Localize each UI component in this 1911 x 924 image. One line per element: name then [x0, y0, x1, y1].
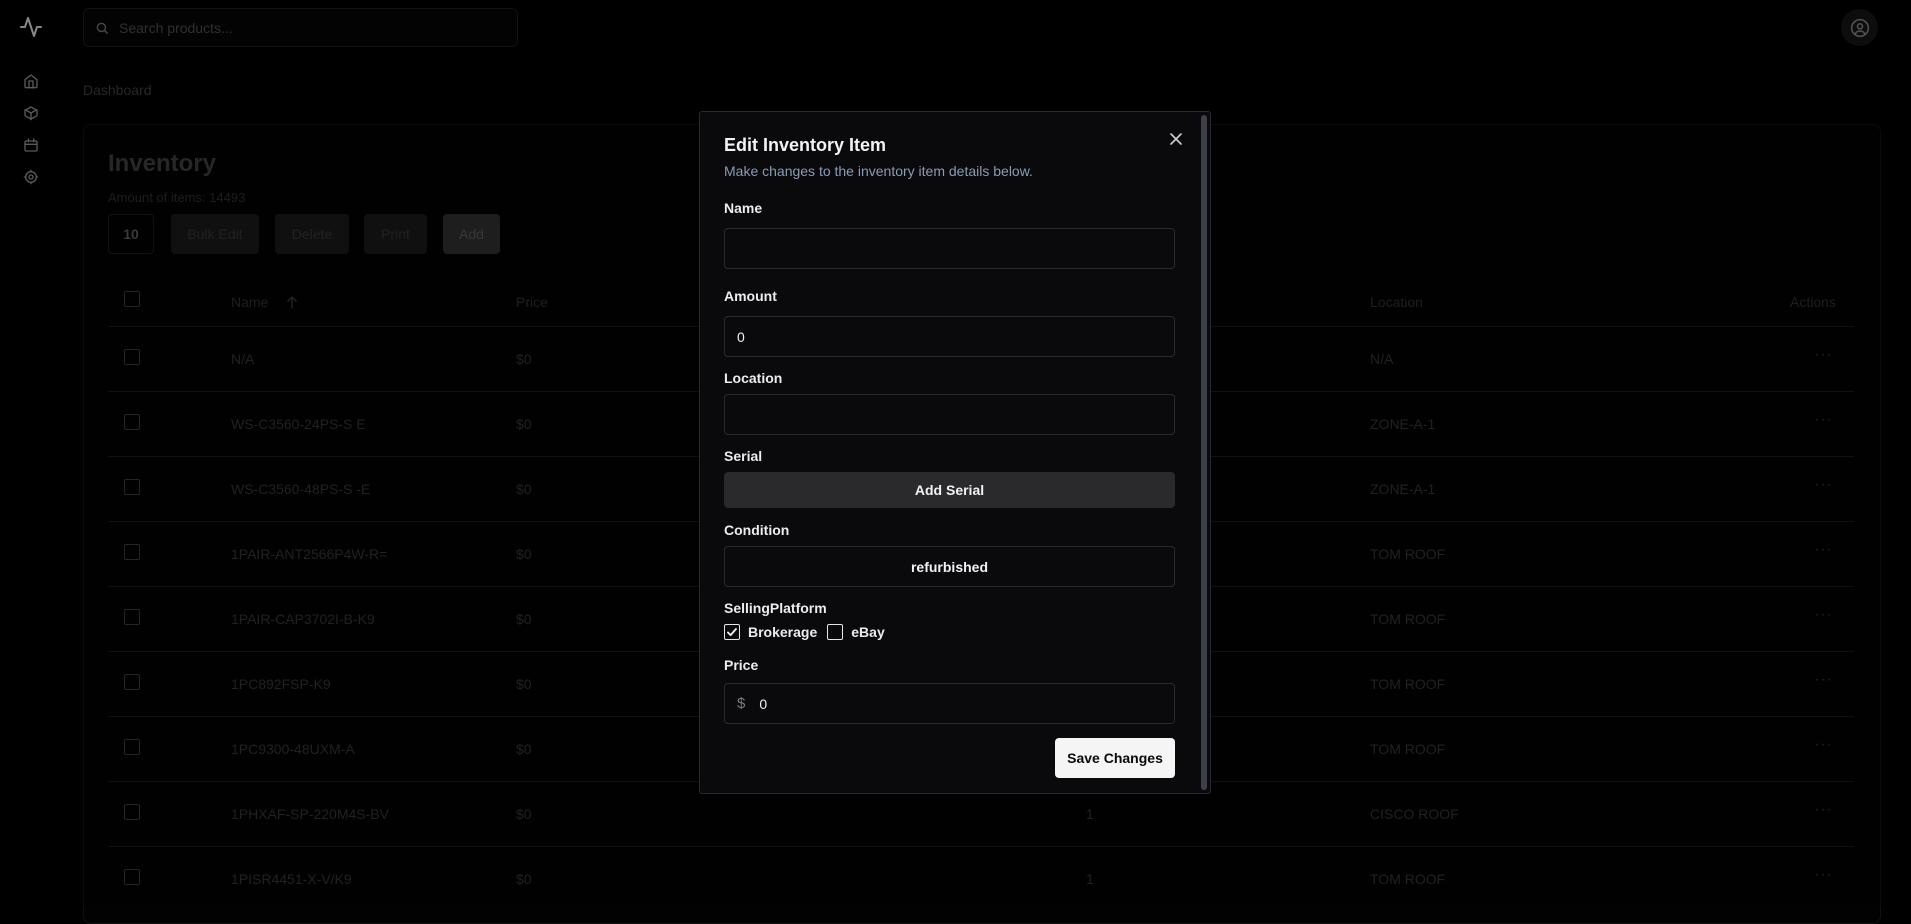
add-serial-button[interactable]: Add Serial [724, 472, 1175, 508]
brokerage-checkbox[interactable] [724, 624, 740, 640]
save-changes-button[interactable]: Save Changes [1055, 738, 1175, 778]
checkmark-icon [727, 628, 737, 636]
price-label: Price [724, 657, 759, 673]
condition-select[interactable]: refurbished [724, 546, 1175, 587]
close-icon [1170, 133, 1182, 145]
dialog-scrollbar[interactable] [1201, 115, 1207, 790]
serial-label: Serial [724, 448, 763, 464]
currency-prefix: $ [737, 695, 746, 712]
close-button[interactable] [1166, 129, 1186, 149]
ebay-checkbox[interactable] [827, 624, 844, 640]
edit-item-dialog: Edit Inventory Item Make changes to the … [699, 111, 1211, 794]
dialog-description: Make changes to the inventory item detai… [724, 163, 1033, 179]
ebay-label[interactable]: eBay [851, 624, 884, 640]
dialog-title: Edit Inventory Item [724, 135, 887, 155]
condition-label: Condition [724, 522, 790, 538]
name-label: Name [724, 200, 763, 216]
selling-platform-options: Brokerage eBay [724, 624, 895, 640]
price-field-wrapper[interactable]: $ [724, 683, 1175, 724]
location-label: Location [724, 370, 783, 386]
amount-field[interactable] [724, 316, 1175, 357]
location-field[interactable] [724, 394, 1175, 435]
brokerage-label[interactable]: Brokerage [748, 624, 817, 640]
amount-label: Amount [724, 288, 777, 304]
selling-platform-label: SellingPlatform [724, 600, 827, 616]
price-field[interactable] [757, 694, 1158, 713]
name-field[interactable] [724, 228, 1175, 269]
